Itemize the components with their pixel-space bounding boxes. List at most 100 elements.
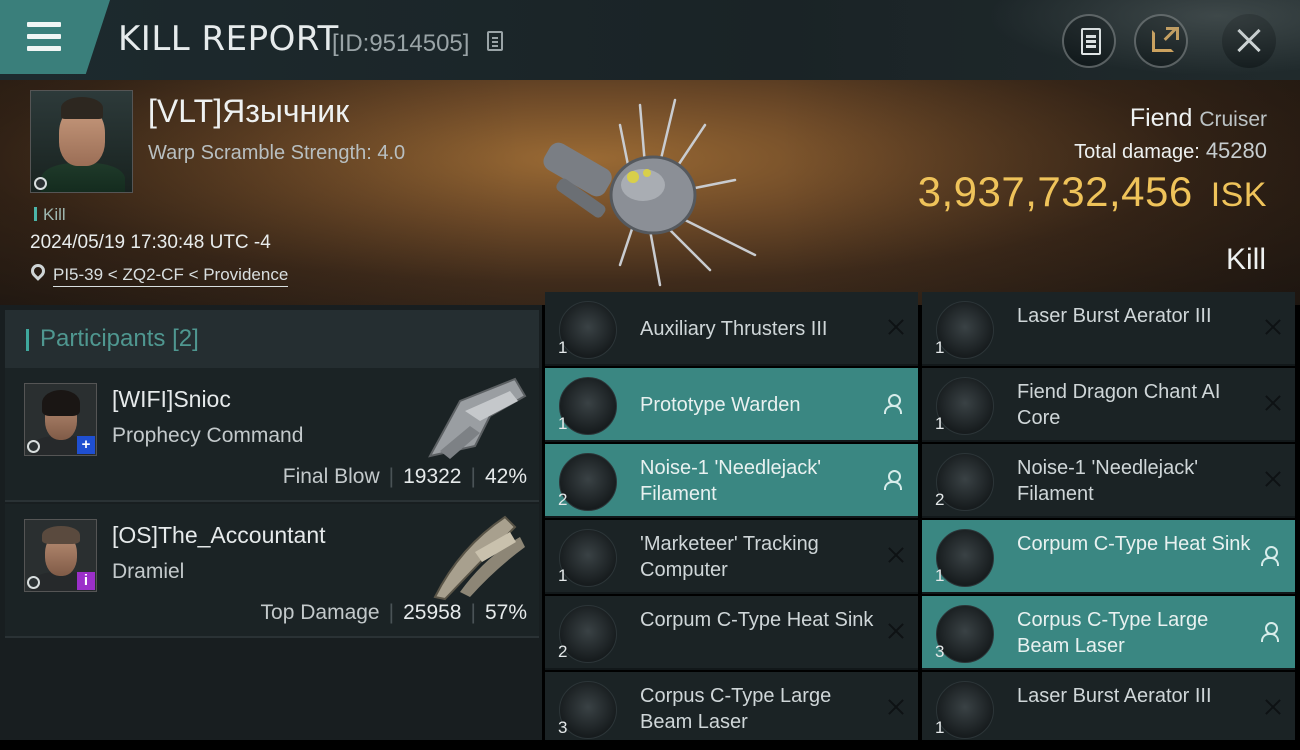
module-name: Corpum C-Type Heat Sink xyxy=(640,609,874,631)
victim-detail: Warp Scramble Strength: 4.0 xyxy=(148,142,406,164)
participant-row[interactable]: i [OS]The_Accountant Dramiel Top Damage |… xyxy=(5,504,539,638)
total-damage: Total damage: 45280 xyxy=(1074,138,1267,164)
participants-title: Participants [2] xyxy=(40,325,199,353)
dropped-person-icon xyxy=(1261,622,1279,642)
module-item[interactable]: 1 Corpum C-Type Heat Sink xyxy=(922,520,1295,594)
destroyed-icon xyxy=(1265,471,1281,487)
clipboard-button[interactable] xyxy=(1062,14,1116,68)
page-title: KILL REPORT xyxy=(118,19,339,59)
module-qty: 1 xyxy=(935,566,945,585)
destroyed-icon xyxy=(888,699,904,715)
module-item[interactable]: 3 Corpus C-Type Large Beam Laser xyxy=(545,672,918,746)
avatar-hair xyxy=(42,390,80,416)
drone-module-icon xyxy=(559,377,617,435)
destroyed-icon xyxy=(1265,699,1281,715)
module-item[interactable]: 2 Corpum C-Type Heat Sink xyxy=(545,596,918,670)
portrait-body xyxy=(41,163,125,192)
stat-separator: | xyxy=(388,465,395,488)
stat-percent: 57% xyxy=(484,601,527,624)
module-item[interactable]: 1 'Marketeer' Tracking Computer xyxy=(545,520,918,594)
thruster-module-icon xyxy=(559,301,617,359)
header-bar: KILL REPORT [ID:9514505] xyxy=(0,0,1300,80)
module-qty: 2 xyxy=(935,490,945,509)
module-qty: 1 xyxy=(935,414,945,433)
isk-value: 3,937,732,456 ISK xyxy=(918,168,1267,216)
stat-damage: 25958 xyxy=(403,601,462,624)
module-name: Auxiliary Thrusters III xyxy=(640,318,828,340)
close-button[interactable] xyxy=(1222,14,1276,68)
destroyed-icon xyxy=(1265,395,1281,411)
total-damage-value: 45280 xyxy=(1205,138,1267,163)
laser-aerator-module-icon xyxy=(936,301,994,359)
module-item[interactable]: 1 Auxiliary Thrusters III xyxy=(545,292,918,366)
menu-button[interactable] xyxy=(0,0,110,74)
dropped-person-icon xyxy=(884,394,902,414)
module-qty: 1 xyxy=(935,338,945,357)
module-item[interactable]: 1 Prototype Warden xyxy=(545,368,918,442)
participants-accent xyxy=(26,329,29,351)
total-damage-label: Total damage: xyxy=(1074,141,1200,163)
clipboard-icon xyxy=(1081,28,1101,55)
participants-header[interactable]: Participants [2] xyxy=(5,310,539,368)
location-link[interactable]: PI5-39 < ZQ2-CF < Providence xyxy=(53,265,289,287)
result-label: Kill xyxy=(1225,243,1266,276)
avatar[interactable]: + xyxy=(24,383,97,456)
module-item[interactable]: 1 Laser Burst Aerator III xyxy=(922,672,1295,746)
menu-icon-bar xyxy=(27,46,61,51)
destroyed-icon xyxy=(1265,319,1281,335)
stat-label: Final Blow xyxy=(282,465,380,488)
victim-portrait[interactable] xyxy=(30,90,133,193)
destroyed-icon xyxy=(888,623,904,639)
corp-badge-icon xyxy=(27,440,40,453)
module-name: Noise-1 'Needlejack' Filament xyxy=(1017,457,1199,505)
report-id: [ID:9514505] xyxy=(332,30,470,57)
menu-icon xyxy=(27,22,61,27)
heat-sink-module-icon xyxy=(936,529,994,587)
stat-separator: | xyxy=(470,601,476,624)
kill-tag: Kill xyxy=(34,205,66,225)
participant-row[interactable]: + [WIFI]Snioc Prophecy Command Final Blo… xyxy=(5,368,539,502)
participant-ship-image xyxy=(428,377,527,459)
module-qty: 1 xyxy=(558,338,568,357)
module-item[interactable]: 2 Noise-1 'Needlejack' Filament xyxy=(545,444,918,518)
kill-datetime: 2024/05/19 17:30:48 UTC -4 xyxy=(30,232,271,253)
module-qty: 2 xyxy=(558,642,568,661)
module-name: Noise-1 'Needlejack' Filament xyxy=(640,457,822,505)
filament-module-icon xyxy=(559,453,617,511)
module-name: Corpus C-Type Large Beam Laser xyxy=(640,685,832,733)
ship-name[interactable]: Fiend Cruiser xyxy=(1130,104,1267,133)
module-qty: 3 xyxy=(935,642,945,661)
dropped-person-icon xyxy=(884,470,902,490)
copy-icon[interactable] xyxy=(487,31,503,51)
role-badge-icon: i xyxy=(77,572,95,590)
avatar[interactable]: i xyxy=(24,519,97,592)
isk-unit: ISK xyxy=(1210,176,1267,214)
module-name: Laser Burst Aerator III xyxy=(1017,305,1212,327)
module-item[interactable]: 3 Corpus C-Type Large Beam Laser xyxy=(922,596,1295,670)
victim-name[interactable]: [VLT]Язычник xyxy=(148,93,349,130)
module-name: Corpus C-Type Large Beam Laser xyxy=(1017,609,1209,657)
module-item[interactable]: 2 Noise-1 'Needlejack' Filament xyxy=(922,444,1295,518)
module-qty: 1 xyxy=(935,718,945,737)
module-item[interactable]: 1 Laser Burst Aerator III xyxy=(922,292,1295,366)
participant-name[interactable]: [OS]The_Accountant xyxy=(112,522,326,549)
beam-laser-module-icon xyxy=(559,681,617,739)
victim-ship-image[interactable] xyxy=(525,95,765,290)
participant-stats: Top Damage | 25958 | 57% xyxy=(261,601,527,625)
destroyed-icon xyxy=(888,319,904,335)
module-name: Laser Burst Aerator III xyxy=(1017,685,1212,707)
stat-separator: | xyxy=(470,465,476,488)
stat-label: Top Damage xyxy=(260,601,380,624)
participant-name[interactable]: [WIFI]Snioc xyxy=(112,386,231,413)
laser-aerator-module-icon xyxy=(936,681,994,739)
tracking-computer-module-icon xyxy=(559,529,617,587)
module-item[interactable]: 1 Fiend Dragon Chant AI Core xyxy=(922,368,1295,442)
participants-panel: Participants [2] + [WIFI]Snioc Prophecy … xyxy=(0,305,542,750)
participant-ship: Prophecy Command xyxy=(112,424,304,447)
module-qty: 1 xyxy=(558,414,568,433)
share-button[interactable] xyxy=(1134,14,1188,68)
share-icon xyxy=(1152,27,1179,52)
module-name: Corpum C-Type Heat Sink xyxy=(1017,533,1251,555)
module-name: Prototype Warden xyxy=(640,394,801,416)
module-qty: 3 xyxy=(558,718,568,737)
